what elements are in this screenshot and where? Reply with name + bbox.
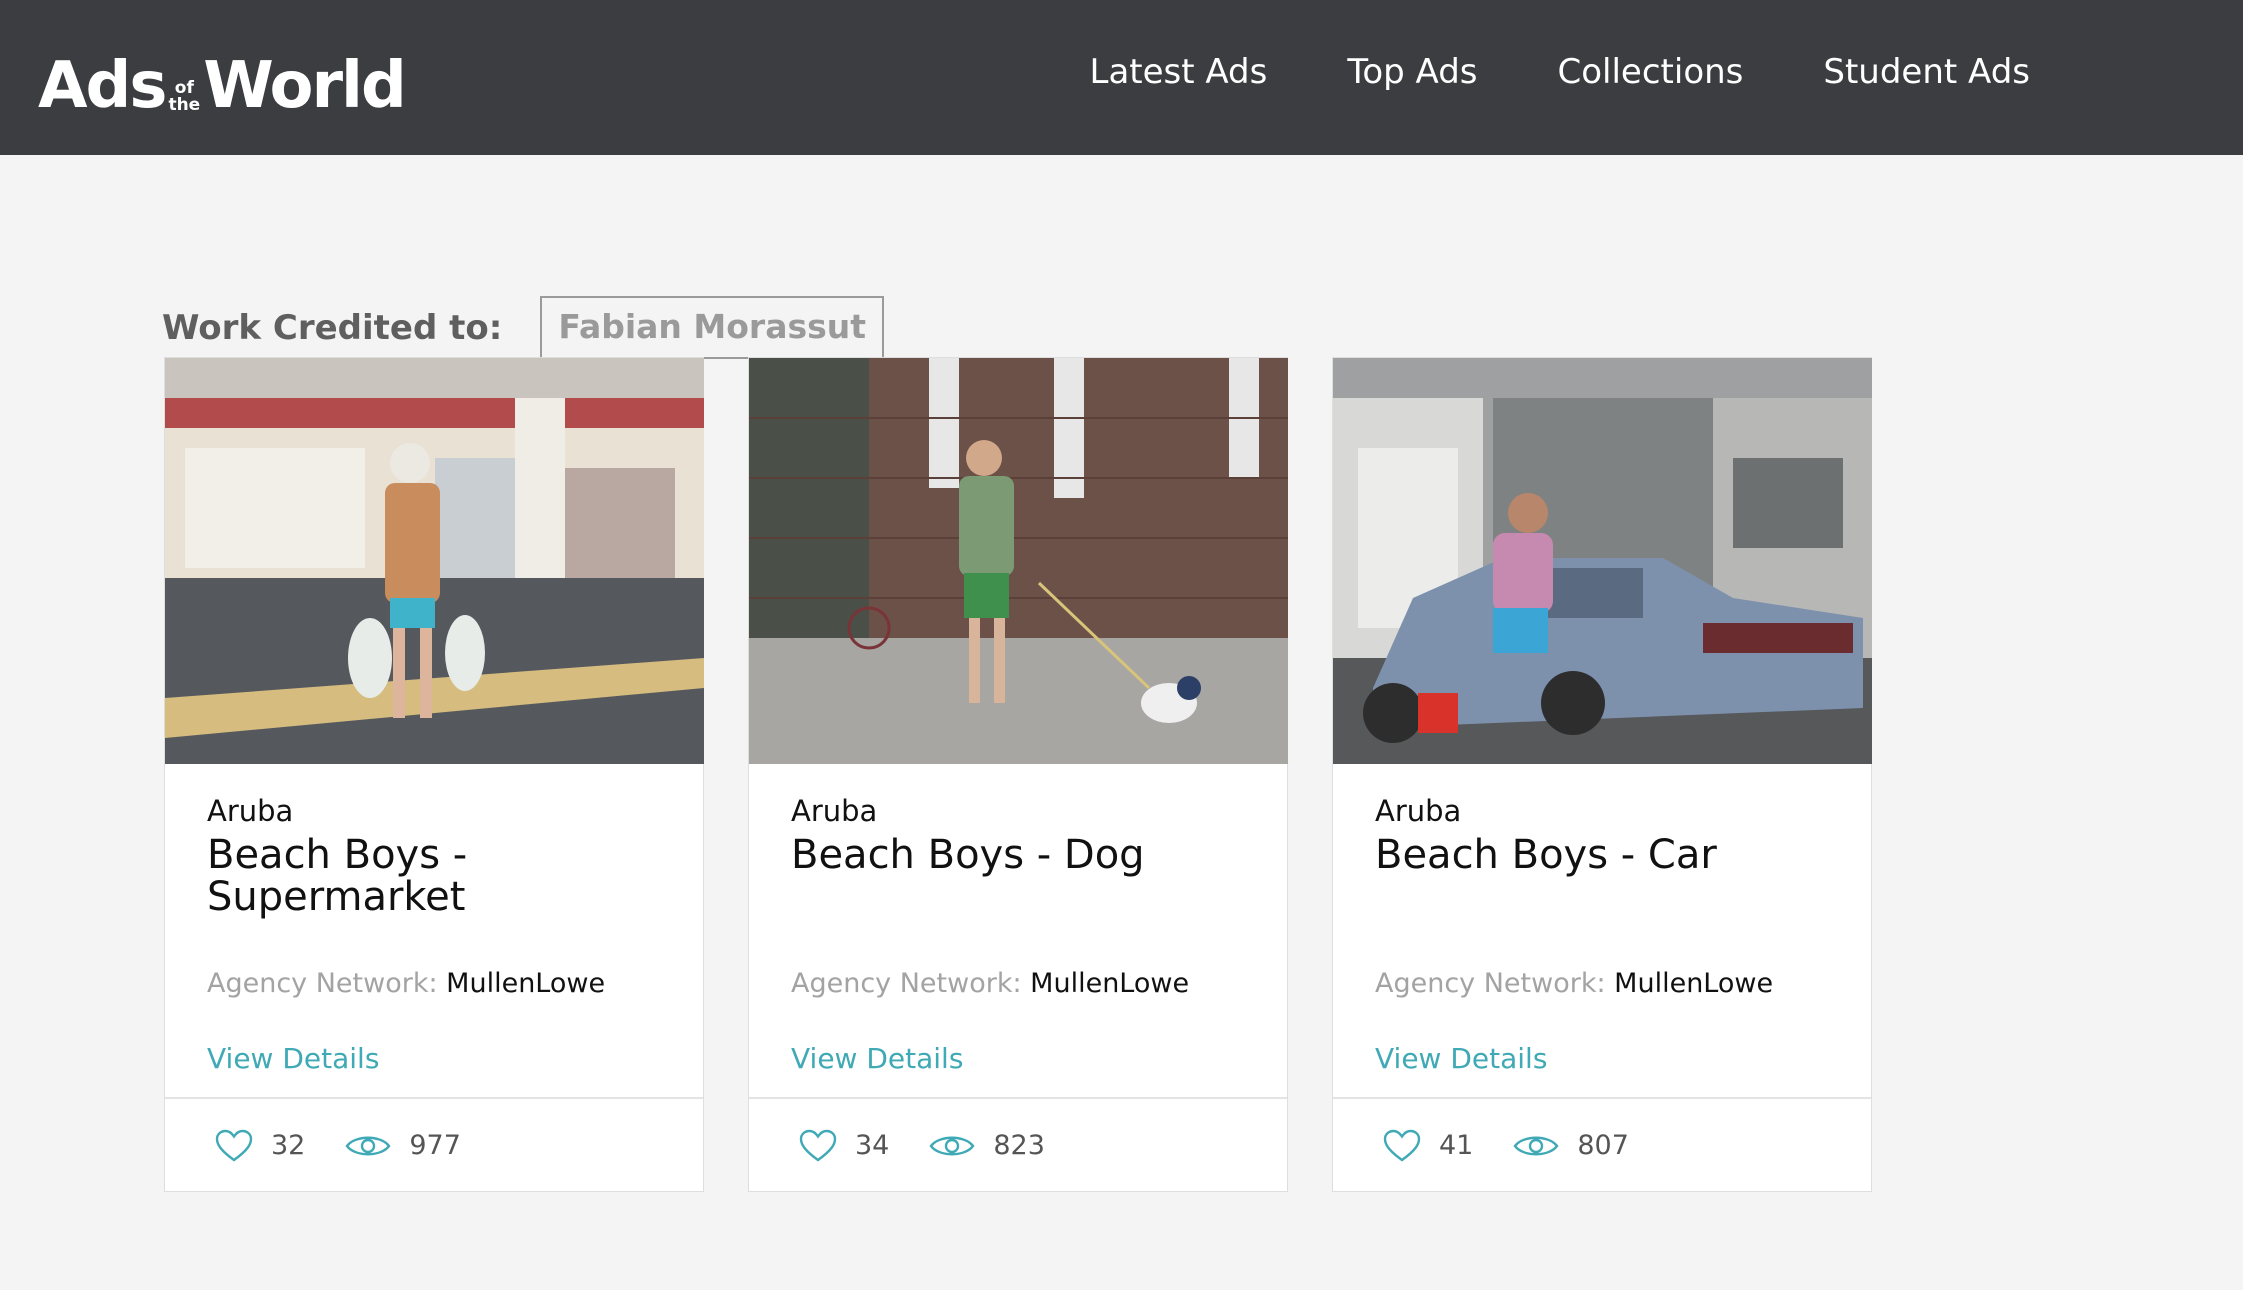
ad-card[interactable]: Aruba Beach Boys - Supermarket Agency Ne… (164, 357, 704, 1192)
view-count: 807 (1577, 1130, 1629, 1161)
card-body: Aruba Beach Boys - Dog Agency Network: M… (749, 764, 1287, 1097)
agency-value[interactable]: MullenLowe (1614, 968, 1773, 999)
logo-word-world: World (203, 49, 407, 123)
view-stat: 823 (929, 1130, 1045, 1161)
like-count: 41 (1439, 1130, 1474, 1161)
card-agency: Agency Network: MullenLowe (791, 968, 1189, 999)
card-title[interactable]: Beach Boys - Car (1375, 834, 1835, 876)
agency-value[interactable]: MullenLowe (1030, 968, 1189, 999)
card-stats: 41 807 (1333, 1097, 1871, 1192)
like-stat[interactable]: 32 (215, 1129, 305, 1163)
nav-student-ads[interactable]: Student Ads (1823, 52, 2030, 92)
card-body: Aruba Beach Boys - Supermarket Agency Ne… (165, 764, 703, 1097)
view-details-link[interactable]: View Details (207, 1042, 379, 1075)
card-title[interactable]: Beach Boys - Dog (791, 834, 1251, 876)
view-count: 823 (993, 1130, 1045, 1161)
card-body: Aruba Beach Boys - Car Agency Network: M… (1333, 764, 1871, 1097)
card-agency: Agency Network: MullenLowe (207, 968, 605, 999)
credit-label: Work Credited to: (162, 307, 503, 348)
view-details-link[interactable]: View Details (791, 1042, 963, 1075)
card-agency: Agency Network: MullenLowe (1375, 968, 1773, 999)
eye-icon (1513, 1136, 1559, 1155)
heart-icon[interactable] (799, 1129, 837, 1163)
ad-image-car[interactable] (1333, 358, 1872, 764)
card-stats: 34 823 (749, 1097, 1287, 1192)
like-stat[interactable]: 41 (1383, 1129, 1473, 1163)
heart-icon[interactable] (1383, 1129, 1421, 1163)
heart-icon[interactable] (215, 1129, 253, 1163)
nav-top-ads[interactable]: Top Ads (1347, 52, 1477, 92)
site-header: Ads of the World Latest Ads Top Ads Coll… (0, 0, 2243, 155)
agency-label: Agency Network: (791, 968, 1022, 999)
ad-card[interactable]: Aruba Beach Boys - Dog Agency Network: M… (748, 357, 1288, 1192)
agency-label: Agency Network: (207, 968, 438, 999)
view-stat: 807 (1513, 1130, 1629, 1161)
view-count: 977 (409, 1130, 461, 1161)
credit-line: Work Credited to: Fabian Morassut (162, 296, 885, 359)
card-brand[interactable]: Aruba (207, 794, 293, 828)
logo-word-ads: Ads (38, 49, 167, 123)
like-stat[interactable]: 34 (799, 1129, 889, 1163)
like-count: 34 (855, 1130, 890, 1161)
ad-image-supermarket[interactable] (165, 358, 704, 764)
credit-name-tag[interactable]: Fabian Morassut (540, 296, 885, 359)
nav-latest-ads[interactable]: Latest Ads (1090, 52, 1268, 92)
card-brand[interactable]: Aruba (791, 794, 877, 828)
ad-card[interactable]: Aruba Beach Boys - Car Agency Network: M… (1332, 357, 1872, 1192)
nav-collections[interactable]: Collections (1558, 52, 1744, 92)
main-nav: Latest Ads Top Ads Collections Student A… (1090, 52, 2030, 92)
eye-icon (345, 1136, 391, 1155)
card-stats: 32 977 (165, 1097, 703, 1192)
card-title[interactable]: Beach Boys - Supermarket (207, 834, 667, 918)
logo-word-the: the (168, 95, 201, 115)
ad-image-dog[interactable] (749, 358, 1288, 764)
like-count: 32 (271, 1130, 306, 1161)
eye-icon (929, 1136, 975, 1155)
logo-of-the: of the (168, 80, 200, 114)
agency-label: Agency Network: (1375, 968, 1606, 999)
view-stat: 977 (345, 1130, 461, 1161)
view-details-link[interactable]: View Details (1375, 1042, 1547, 1075)
card-brand[interactable]: Aruba (1375, 794, 1461, 828)
agency-value[interactable]: MullenLowe (446, 968, 605, 999)
site-logo[interactable]: Ads of the World (38, 38, 407, 123)
